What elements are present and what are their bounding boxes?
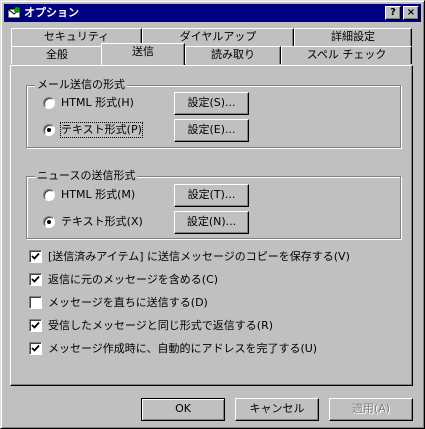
mail-text-radio-row[interactable]: テキスト形式(P) <box>43 122 163 138</box>
send-tab-panel: メール送信の形式 HTML 形式(H) 設定(S)... テキスト形式(P) 設… <box>10 65 413 386</box>
mail-text-label: テキスト形式(P) <box>60 122 143 138</box>
mail-html-radio-row[interactable]: HTML 形式(H) <box>43 95 163 111</box>
save-sent-label: [送信済みアイテム] に送信メッセージのコピーを保存する(V) <box>48 250 350 263</box>
news-text-label: テキスト形式(X) <box>61 215 143 228</box>
send-immediately-checkbox[interactable] <box>29 296 42 309</box>
close-button[interactable]: × <box>403 6 419 20</box>
help-button[interactable]: ? <box>385 6 401 20</box>
news-text-radio[interactable] <box>43 216 55 228</box>
news-html-radio[interactable] <box>43 189 55 201</box>
news-format-group-label: ニュースの送信形式 <box>35 169 138 183</box>
mail-format-group-label: メール送信の形式 <box>35 78 127 92</box>
news-format-group: ニュースの送信形式 HTML 形式(M) 設定(T)... テキスト形式(X) … <box>26 169 401 239</box>
save-sent-checkbox[interactable] <box>29 250 42 263</box>
news-html-label: HTML 形式(M) <box>61 188 136 201</box>
outlook-express-icon <box>7 7 21 19</box>
mail-html-settings-button[interactable]: 設定(S)... <box>174 92 249 115</box>
tab-read[interactable]: 読み取り <box>185 46 281 64</box>
cancel-button[interactable]: キャンセル <box>235 398 319 421</box>
tab-send[interactable]: 送信 <box>101 43 185 65</box>
news-html-radio-row[interactable]: HTML 形式(M) <box>43 187 163 203</box>
title-bar: オプション ? × <box>4 4 421 22</box>
mail-text-radio[interactable] <box>43 124 55 136</box>
ok-button[interactable]: OK <box>141 398 225 421</box>
checkbox-include-original[interactable]: 返信に元のメッセージを含める(C) <box>29 272 399 288</box>
news-text-radio-row[interactable]: テキスト形式(X) <box>43 214 163 230</box>
mail-html-radio[interactable] <box>43 97 55 109</box>
reply-same-format-label: 受信したメッセージと同じ形式で返信する(R) <box>48 319 274 332</box>
reply-same-format-checkbox[interactable] <box>29 319 42 332</box>
include-original-label: 返信に元のメッセージを含める(C) <box>48 273 219 286</box>
autocomplete-checkbox[interactable] <box>29 342 42 355</box>
options-dialog: オプション ? × セキュリティ ダイヤルアップ 詳細設定 全般 送信 読み取り… <box>0 0 425 429</box>
mail-text-settings-button[interactable]: 設定(E)... <box>174 119 249 142</box>
autocomplete-label: メッセージ作成時に、自動的にアドレスを完了する(U) <box>48 342 318 355</box>
news-text-settings-button[interactable]: 設定(N)... <box>174 211 249 234</box>
mail-html-label: HTML 形式(H) <box>61 96 134 109</box>
window-title: オプション <box>24 6 79 19</box>
checkbox-reply-same-format[interactable]: 受信したメッセージと同じ形式で返信する(R) <box>29 318 399 334</box>
apply-button[interactable]: 適用(A) <box>329 398 413 421</box>
mail-format-group: メール送信の形式 HTML 形式(H) 設定(S)... テキスト形式(P) 設… <box>26 78 401 148</box>
news-html-settings-button[interactable]: 設定(T)... <box>174 184 249 207</box>
tab-general[interactable]: 全般 <box>11 46 103 64</box>
checkbox-autocomplete[interactable]: メッセージ作成時に、自動的にアドレスを完了する(U) <box>29 341 399 357</box>
tab-advanced[interactable]: 詳細設定 <box>294 28 412 46</box>
send-immediately-label: メッセージを直ちに送信する(D) <box>48 296 208 309</box>
tab-spelling[interactable]: スペル チェック <box>281 46 412 64</box>
checkbox-send-immediately[interactable]: メッセージを直ちに送信する(D) <box>29 295 399 311</box>
include-original-checkbox[interactable] <box>29 273 42 286</box>
checkbox-save-sent[interactable]: [送信済みアイテム] に送信メッセージのコピーを保存する(V) <box>29 249 399 265</box>
